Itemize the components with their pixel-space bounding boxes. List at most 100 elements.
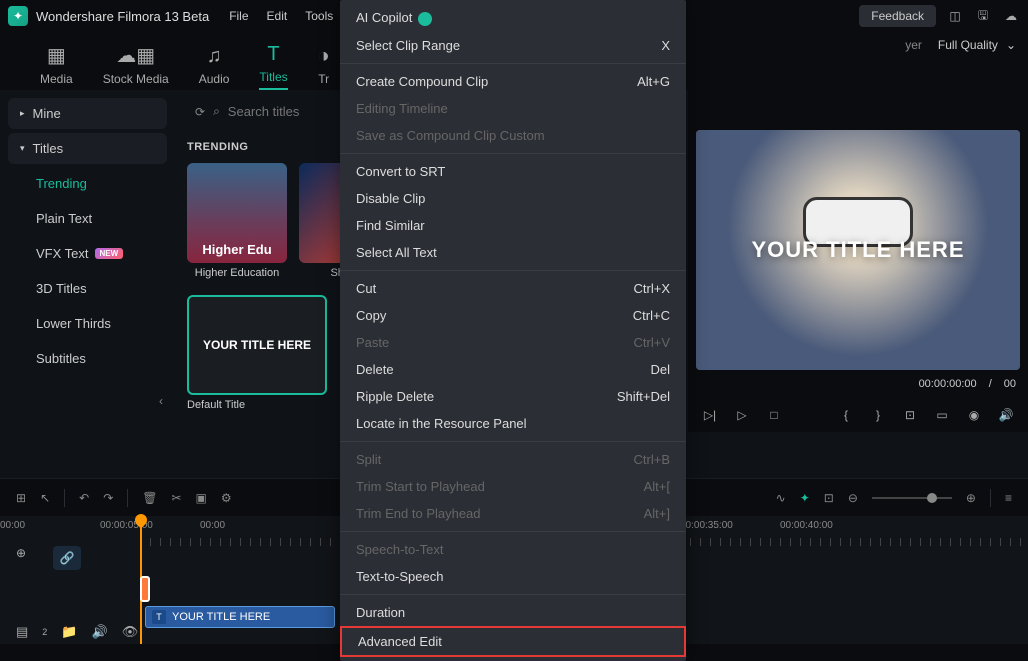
menu-tools[interactable]: Tools — [305, 9, 333, 23]
ruler-time-4: 00:00:35:00 — [680, 520, 733, 531]
scissors-icon[interactable]: ✂ — [171, 491, 181, 505]
audio-waveform-icon[interactable]: ∿ — [776, 491, 786, 505]
ctx-locate[interactable]: Locate in the Resource Panel — [340, 410, 686, 437]
track-add-icon[interactable]: ⊕ — [16, 546, 26, 560]
ruler-time-5: 00:00:40:00 — [780, 520, 833, 531]
tab-audio[interactable]: ♫Audio — [199, 45, 230, 90]
titles-icon: T — [267, 43, 279, 66]
ruler-time-0: 00:00 — [0, 520, 25, 531]
ctx-create-compound[interactable]: Create Compound ClipAlt+G — [340, 68, 686, 95]
undo-icon[interactable]: ↶ — [79, 491, 89, 505]
ctx-disable-clip[interactable]: Disable Clip — [340, 185, 686, 212]
sidebar-item-plain-text[interactable]: Plain Text — [8, 203, 167, 234]
sidebar-item-trending[interactable]: Trending — [8, 168, 167, 199]
link-icon[interactable]: 🔗 — [53, 546, 81, 570]
ctx-find-similar[interactable]: Find Similar — [340, 212, 686, 239]
ctx-editing-timeline: Editing Timeline — [340, 95, 686, 122]
display-icon[interactable]: ▭ — [934, 408, 950, 422]
audio-icon: ♫ — [207, 45, 222, 68]
tl-folder-icon[interactable]: 📁 — [61, 624, 77, 640]
ctx-text-to-speech[interactable]: Text-to-Speech — [340, 563, 686, 590]
media-icon: ▦ — [47, 43, 66, 68]
play-button[interactable]: ▷ — [734, 408, 750, 422]
prev-frame-button[interactable]: ▷| — [702, 408, 718, 422]
ctx-speech-to-text: Speech-to-Text — [340, 536, 686, 563]
title-thumb-higher-education[interactable]: Higher Edu Higher Education — [187, 163, 287, 279]
menu-file[interactable]: File — [229, 9, 248, 23]
tab-media[interactable]: ▦Media — [40, 43, 73, 90]
marker-icon[interactable]: ✦ — [800, 491, 810, 505]
ctx-paste: PasteCtrl+V — [340, 329, 686, 356]
ctx-ripple-delete[interactable]: Ripple DeleteShift+Del — [340, 383, 686, 410]
redo-icon[interactable]: ↷ — [103, 491, 113, 505]
crop-tool-icon[interactable]: ▣ — [196, 491, 207, 505]
layout-icon[interactable]: ◫ — [946, 7, 964, 25]
ctx-trim-start: Trim Start to PlayheadAlt+[ — [340, 473, 686, 500]
list-view-icon[interactable]: ≡ — [1005, 491, 1012, 505]
save-icon[interactable]: 🖫 — [974, 7, 992, 25]
ctx-advanced-edit[interactable]: Advanced Edit — [340, 626, 686, 657]
crop-icon[interactable]: ⊡ — [902, 408, 918, 422]
ctx-select-clip-range[interactable]: Select Clip RangeX — [340, 32, 686, 59]
search-input[interactable] — [228, 104, 348, 119]
cloud-upload-icon[interactable]: ☁ — [1002, 7, 1020, 25]
video-preview[interactable]: YOUR TITLE HERE — [696, 130, 1020, 370]
stock-media-icon: ☁▦ — [116, 43, 155, 68]
stop-button[interactable]: □ — [766, 408, 782, 422]
zoom-in-icon[interactable]: ⊕ — [966, 491, 976, 505]
sidebar-item-mine[interactable]: ▸Mine — [8, 98, 167, 129]
elements-icon[interactable]: ⊞ — [16, 491, 26, 505]
quality-dropdown[interactable]: Full Quality⌄ — [938, 38, 1016, 52]
ai-copilot-icon — [418, 12, 432, 26]
title-thumb-default-title[interactable]: YOUR TITLE HERE Default Title — [187, 295, 287, 411]
player-label-partial: yer — [905, 38, 922, 52]
volume-icon[interactable]: 🔊 — [998, 408, 1014, 422]
ctx-select-all-text[interactable]: Select All Text — [340, 239, 686, 266]
tl-badge: 2 — [42, 627, 47, 637]
app-title: Wondershare Filmora 13 Beta — [36, 9, 209, 24]
title-clip[interactable]: T YOUR TITLE HERE — [145, 606, 335, 628]
tab-transitions[interactable]: ◑Tr — [318, 45, 330, 90]
clip-marker[interactable] — [140, 576, 150, 602]
mark-in-icon[interactable]: { — [838, 408, 854, 422]
ctx-save-compound: Save as Compound Clip Custom — [340, 122, 686, 149]
ctx-convert-srt[interactable]: Convert to SRT — [340, 158, 686, 185]
sidebar-item-subtitles[interactable]: Subtitles — [8, 343, 167, 374]
zoom-out-icon[interactable]: ⊖ — [848, 491, 858, 505]
sidebar-collapse-button[interactable]: ‹ — [8, 394, 167, 408]
refresh-icon[interactable]: ⟳ — [195, 105, 205, 119]
ctx-delete[interactable]: DeleteDel — [340, 356, 686, 383]
mark-out-icon[interactable]: } — [870, 408, 886, 422]
tl-layers-icon[interactable]: ▤ — [16, 624, 28, 640]
tab-titles[interactable]: TTitles — [259, 43, 287, 90]
sidebar-item-titles[interactable]: ▾Titles — [8, 133, 167, 164]
ctx-trim-end: Trim End to PlayheadAlt+] — [340, 500, 686, 527]
app-logo: ✦ — [8, 6, 28, 26]
snapshot-icon[interactable]: ◉ — [966, 408, 982, 422]
ctx-copy[interactable]: CopyCtrl+C — [340, 302, 686, 329]
tl-audio-icon[interactable]: 🔊 — [92, 624, 108, 640]
time-total: 00 — [1004, 378, 1016, 390]
sidebar-item-vfx-text[interactable]: VFX TextNEW — [8, 238, 167, 269]
trash-icon[interactable]: 🗑 — [142, 491, 157, 505]
menu-edit[interactable]: Edit — [267, 9, 288, 23]
zoom-slider[interactable] — [872, 497, 952, 499]
ctx-duration[interactable]: Duration — [340, 599, 686, 626]
ctx-ai-copilot[interactable]: AI Copilot — [340, 4, 686, 32]
transitions-icon: ◑ — [318, 45, 330, 68]
tab-stock-media[interactable]: ☁▦Stock Media — [103, 43, 169, 90]
fit-icon[interactable]: ⊡ — [824, 491, 834, 505]
new-badge: NEW — [95, 248, 124, 259]
search-icon[interactable]: ⌕ — [213, 104, 220, 119]
speed-icon[interactable]: ⚙ — [221, 491, 232, 505]
cursor-icon[interactable]: ↖ — [40, 491, 50, 505]
sidebar-item-3d-titles[interactable]: 3D Titles — [8, 273, 167, 304]
ctx-cut[interactable]: CutCtrl+X — [340, 275, 686, 302]
sidebar-item-lower-thirds[interactable]: Lower Thirds — [8, 308, 167, 339]
title-clip-icon: T — [152, 610, 166, 624]
feedback-button[interactable]: Feedback — [859, 5, 936, 27]
time-current: 00:00:00:00 — [919, 378, 977, 390]
tl-eye-icon[interactable]: 👁 — [122, 624, 139, 640]
chevron-down-icon: ⌄ — [1006, 38, 1016, 52]
ctx-split: SplitCtrl+B — [340, 446, 686, 473]
